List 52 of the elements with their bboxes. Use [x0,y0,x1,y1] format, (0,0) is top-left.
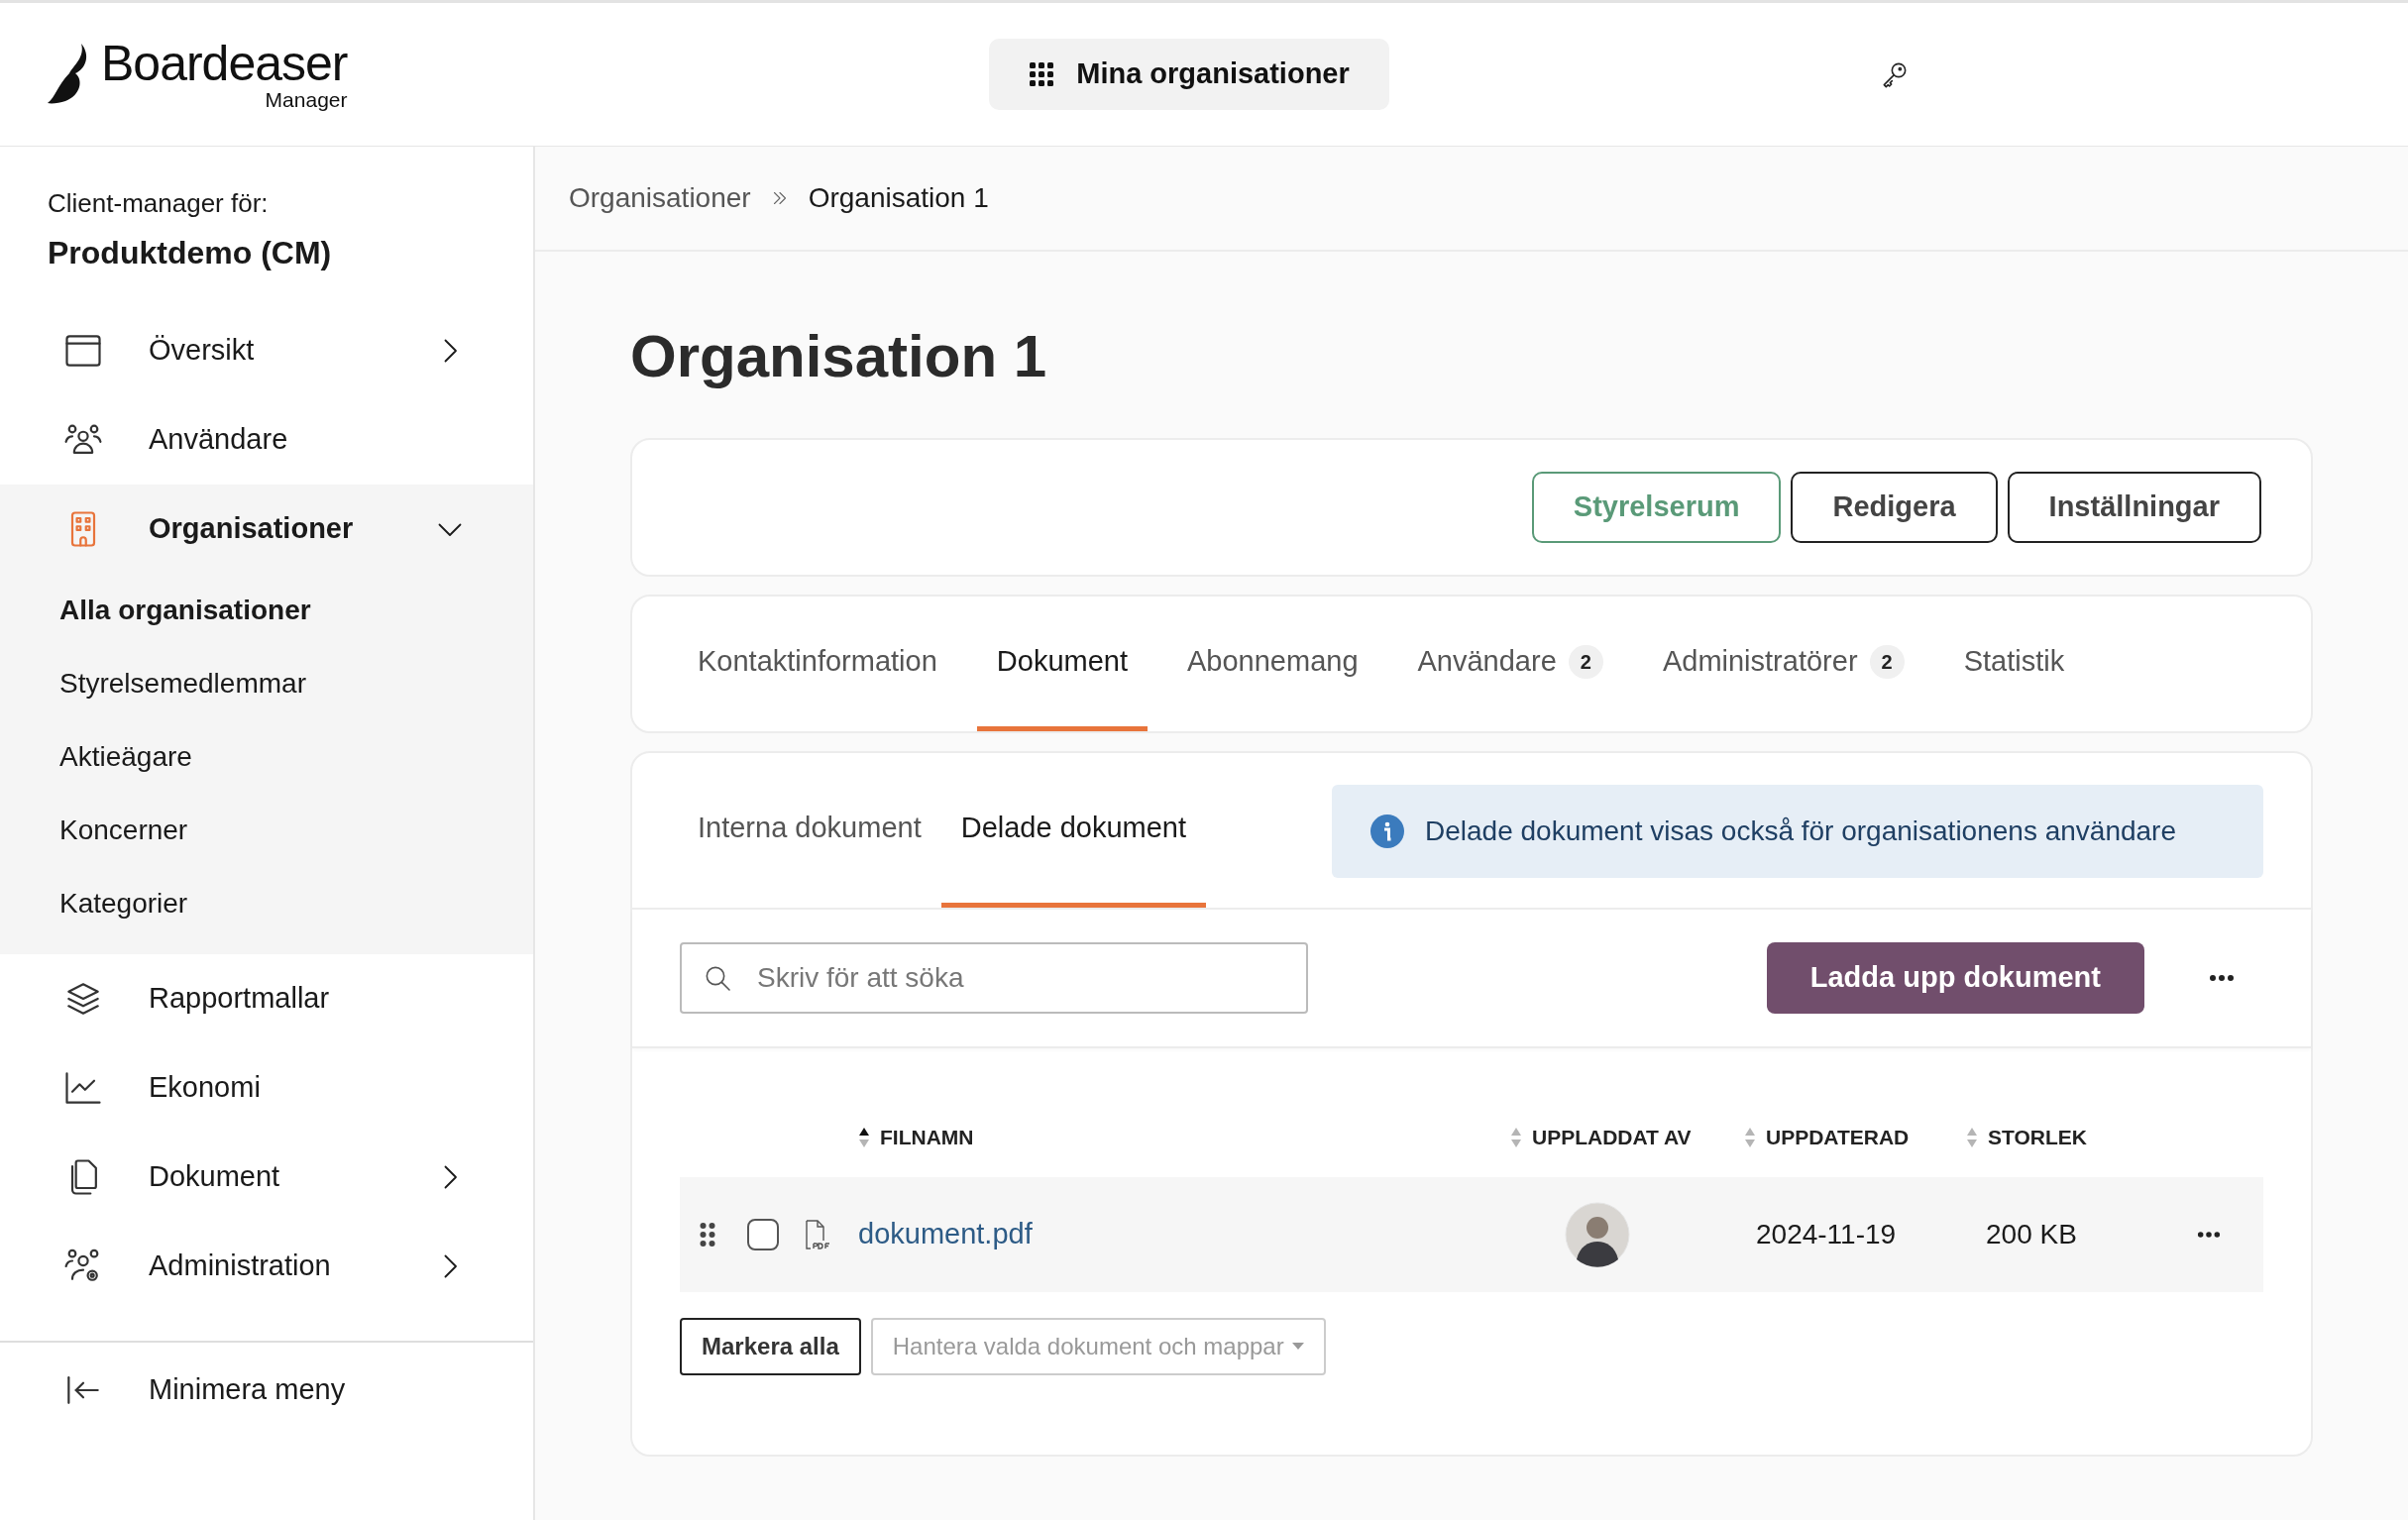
logo-text: Boardeaser [101,38,348,89]
tab[interactable]: Användare 2 [1397,597,1623,731]
sidebar-subitem[interactable]: Aktieägare [0,720,533,794]
breadcrumb-link[interactable]: Organisation 1 [808,177,989,219]
table-cell-text: 2024-11-19 [1755,1218,1898,1251]
logo-subtext: Manager [265,89,348,111]
tab[interactable]: Kontaktinformation [678,597,957,731]
more-icon [2209,974,2235,982]
breadcrumb-link[interactable]: Organisationer [569,177,751,219]
sidebar-item[interactable]: Organisationer [0,485,533,574]
collapse-menu-item[interactable]: Minimera meny [0,1343,533,1438]
table-cell-text: 200 KB [1985,1218,2078,1251]
grid-icon [1029,61,1055,87]
tab[interactable]: Administratörer 2 [1642,597,1924,731]
sidebar-item[interactable]: Översikt [0,306,533,395]
count-badge: 2 [1568,644,1603,679]
sidebar-subitem[interactable]: Koncerner [0,794,533,867]
count-badge: 2 [1869,644,1905,679]
organizations-button[interactable]: Mina organisationer [989,39,1389,110]
caret-icon [1291,1343,1304,1351]
info-icon [1369,814,1405,849]
context-name: Produktdemo (CM) [48,234,333,272]
sidebar-item[interactable]: Dokument [0,1133,533,1222]
upload-button[interactable]: Ladda upp dokument [1766,942,2144,1014]
sidebar-item[interactable]: Användare [0,395,533,485]
avatar-icon [1565,1202,1630,1267]
file-link[interactable]: dokument.pdf [846,1213,1510,1256]
subtab[interactable]: Interna dokument [678,753,941,908]
sidebar-item[interactable]: Administration [0,1222,533,1311]
column-header[interactable]: FILNAMN [846,1122,1510,1153]
column-header[interactable]: STORLEK [1966,1122,2154,1153]
context-label: Client-manager för: [48,187,270,220]
column-header[interactable]: UPPDATERAD [1744,1122,1966,1153]
column-header[interactable]: UPPLADDAT AV [1510,1122,1744,1153]
tab[interactable]: Abonnemang [1167,597,1378,731]
sidebar-subitem[interactable]: Alla organisationer [0,574,533,647]
tab[interactable]: Statistik [1943,597,2085,731]
sidebar-item[interactable]: Ekonomi [0,1043,533,1133]
sidebar-subitem[interactable]: Styrelsemedlemmar [0,647,533,720]
search-field[interactable]: Skriv för att söka [680,942,1308,1014]
tab[interactable]: Dokument [976,597,1148,731]
row-checkbox[interactable] [747,1219,779,1250]
more-icon[interactable] [2197,1231,2221,1239]
footer-button[interactable]: Markera alla [680,1318,861,1375]
drag-handle-icon[interactable] [700,1222,715,1248]
sidebar-item[interactable]: Rapportmallar [0,954,533,1043]
info-alert: Delade dokument visas också för organisationens användare [1332,785,2263,878]
sidebar-subitem[interactable]: Kategorier [0,867,533,940]
subtab[interactable]: Delade dokument [940,753,1207,908]
action-button[interactable]: Redigera [1791,472,1998,543]
action-button[interactable]: Inställningar [2007,472,2261,543]
page-title: Organisation 1 [630,327,1048,386]
